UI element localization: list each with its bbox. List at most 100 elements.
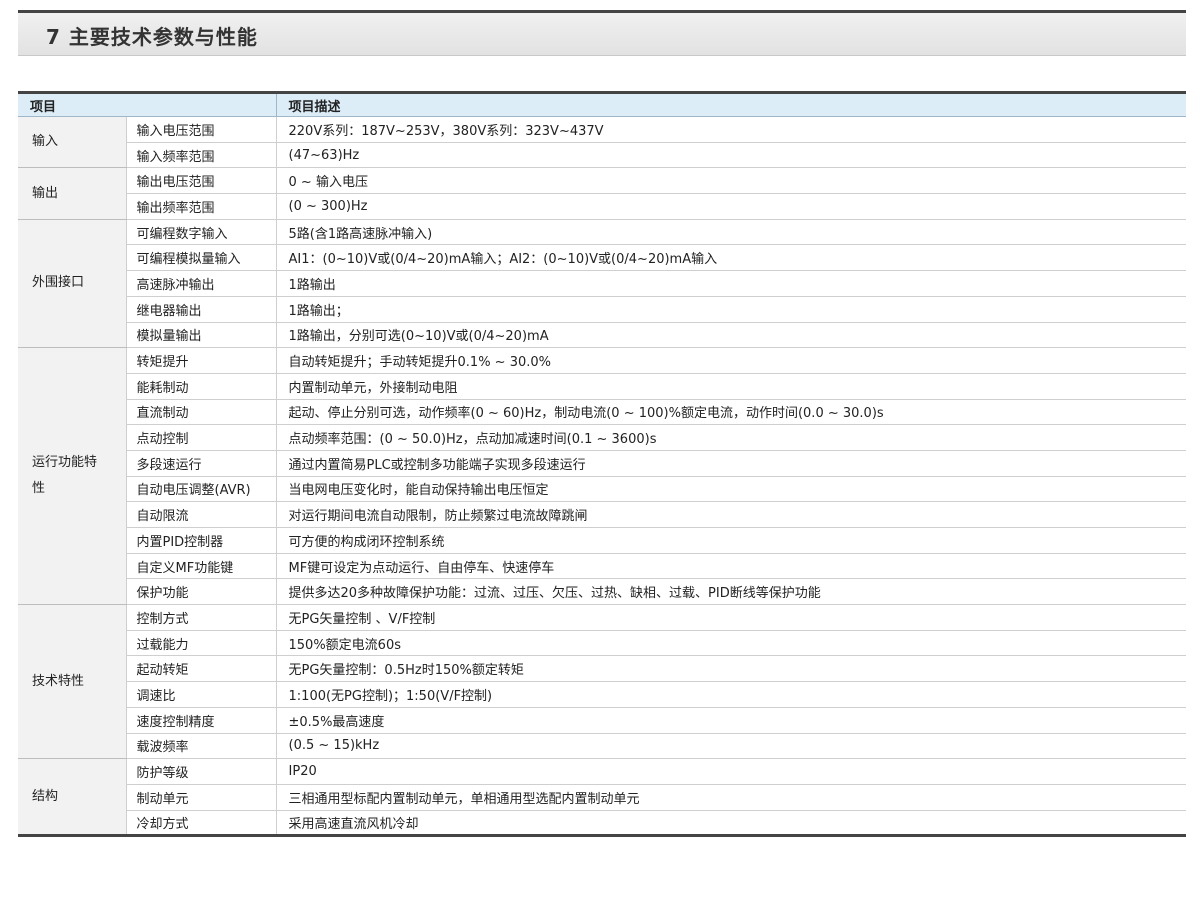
category-cell: 输出 [18, 167, 127, 220]
description-cell: 无PG矢量控制 、V/F控制 [276, 604, 1187, 631]
table-body: 输入 输入电压范围 220V系列：187V~253V，380V系列：323V~437… [18, 116, 1187, 837]
item-cell: 点动控制 [126, 424, 277, 451]
description-cell: 提供多达20多种故障保护功能：过流、过压、欠压、过热、缺相、过载、PID断线等保… [276, 578, 1187, 606]
column-header-description: 项目描述 [275, 91, 1187, 117]
category-label: 结构 [32, 788, 59, 804]
spec-table: 项目 项目描述 输入 输入电压范围 220V系列：187V~253V，380V系列：… [18, 91, 1187, 838]
description-cell: 150%额定电流60s [276, 630, 1187, 657]
category-label: 输入 [32, 134, 59, 150]
description-cell: (0 ~ 300)Hz [276, 193, 1187, 220]
table-row: 模拟量输出 1路输出，分别可选(0~10)V或(0/4~20)mA [18, 322, 1187, 349]
table-row: 调速比 1:100(无PG控制)；1:50(V/F控制) [18, 681, 1187, 708]
item-cell: 转矩提升 [126, 347, 277, 374]
item-cell: 能耗制动 [126, 373, 277, 400]
item-cell: 自定义MF功能键 [126, 553, 277, 580]
item-cell: 自动电压调整(AVR) [126, 476, 277, 503]
table-row: 起动转矩 无PG矢量控制：0.5Hz时150%额定转矩 [18, 655, 1187, 683]
category-cell: 运行功能特性 [18, 347, 127, 606]
category-cell: 外围接口 [18, 219, 127, 349]
description-cell: 通过内置简易PLC或控制多功能端子实现多段速运行 [276, 450, 1187, 477]
item-cell: 可编程模拟量输入 [126, 244, 277, 272]
table-row: 过载能力 150%额定电流60s [18, 630, 1187, 657]
category-label: 外围接口 [32, 275, 85, 291]
item-cell: 内置PID控制器 [126, 527, 277, 554]
description-cell: 自动转矩提升；手动转矩提升0.1% ~ 30.0% [276, 347, 1187, 374]
description-cell: 三相通用型标配内置制动单元，单相通用型选配内置制动单元 [276, 784, 1187, 811]
table-header-row: 项目 项目描述 [18, 91, 1187, 117]
item-cell: 输入频率范围 [126, 142, 277, 169]
item-cell: 过载能力 [126, 630, 277, 657]
description-cell: AI1：(0~10)V或(0/4~20)mA输入；AI2：(0~10)V或(0/… [276, 244, 1187, 272]
description-cell: 对运行期间电流自动限制，防止频繁过电流故障跳闸 [276, 501, 1187, 528]
column-header-item: 项目 [18, 91, 277, 117]
description-cell: 可方便的构成闭环控制系统 [276, 527, 1187, 554]
table-row: 速度控制精度 ±0.5%最高速度 [18, 707, 1187, 734]
description-cell: 1路输出，分别可选(0~10)V或(0/4~20)mA [276, 322, 1187, 349]
item-cell: 制动单元 [126, 784, 277, 811]
description-cell: 0 ~ 输入电压 [276, 167, 1187, 195]
table-row: 直流制动 起动、停止分别可选，动作频率(0 ~ 60)Hz，制动电流(0 ~ 10… [18, 399, 1187, 426]
category-cell: 输入 [18, 116, 127, 169]
category-cell: 技术特性 [18, 604, 127, 760]
table-row: 继电器输出 1路输出； [18, 296, 1187, 323]
item-cell: 可编程数字输入 [126, 219, 277, 246]
description-cell: (0.5 ~ 15)kHz [276, 733, 1187, 760]
item-cell: 高速脉冲输出 [126, 270, 277, 297]
table-row: 运行功能特性 转矩提升 自动转矩提升；手动转矩提升0.1% ~ 30.0% [18, 347, 1187, 606]
description-cell: 点动频率范围：(0 ~ 50.0)Hz，点动加减速时间(0.1 ~ 3600)s [276, 424, 1187, 451]
table-row: 技术特性 控制方式 无PG矢量控制 、V/F控制 [18, 604, 1187, 760]
description-cell: MF键可设定为点动运行、自由停车、快速停车 [276, 553, 1187, 580]
item-cell: 输出频率范围 [126, 193, 277, 220]
item-cell: 继电器输出 [126, 296, 277, 323]
item-cell: 速度控制精度 [126, 707, 277, 734]
item-cell: 载波频率 [126, 733, 277, 760]
description-cell: 内置制动单元，外接制动电阻 [276, 373, 1187, 400]
description-cell: 无PG矢量控制：0.5Hz时150%额定转矩 [276, 655, 1187, 683]
description-cell: ±0.5%最高速度 [276, 707, 1187, 734]
category-cell: 结构 [18, 758, 127, 837]
description-cell: 1路输出 [276, 270, 1187, 297]
item-cell: 多段速运行 [126, 450, 277, 477]
category-label: 技术特性 [32, 673, 85, 689]
table-row: 自定义MF功能键 MF键可设定为点动运行、自由停车、快速停车 [18, 553, 1187, 580]
table-row: 多段速运行 通过内置简易PLC或控制多功能端子实现多段速运行 [18, 450, 1187, 477]
table-row: 自动电压调整(AVR) 当电网电压变化时，能自动保持输出电压恒定 [18, 476, 1187, 503]
description-cell: 起动、停止分别可选，动作频率(0 ~ 60)Hz，制动电流(0 ~ 100)%额… [276, 399, 1187, 426]
table-row: 输入 输入电压范围 220V系列：187V~253V，380V系列：323V~437… [18, 116, 1187, 169]
description-cell: 1路输出； [276, 296, 1187, 323]
item-cell: 输入电压范围 [126, 116, 277, 143]
table-row: 输入频率范围 (47~63)Hz [18, 142, 1187, 169]
description-cell: 1:100(无PG控制)；1:50(V/F控制) [276, 681, 1187, 708]
description-cell: 采用高速直流风机冷却 [276, 810, 1187, 837]
table-row: 外围接口 可编程数字输入 5路(含1路高速脉冲输入) [18, 219, 1187, 349]
section-title: 7 主要技术参数与性能 [46, 25, 258, 49]
description-cell: (47~63)Hz [276, 142, 1187, 169]
table-row: 结构 防护等级 IP20 [18, 758, 1187, 837]
item-cell: 冷却方式 [126, 810, 277, 837]
category-label: 运行功能特性 [32, 455, 98, 497]
description-cell: IP20 [276, 758, 1187, 785]
table-row: 载波频率 (0.5 ~ 15)kHz [18, 733, 1187, 760]
description-cell: 5路(含1路高速脉冲输入) [276, 219, 1187, 246]
table-row: 冷却方式 采用高速直流风机冷却 [18, 810, 1187, 837]
item-cell: 保护功能 [126, 578, 277, 606]
table-row: 能耗制动 内置制动单元，外接制动电阻 [18, 373, 1187, 400]
table-row: 内置PID控制器 可方便的构成闭环控制系统 [18, 527, 1187, 554]
table-row: 可编程模拟量输入 AI1：(0~10)V或(0/4~20)mA输入；AI2：(0~… [18, 244, 1187, 272]
description-cell: 当电网电压变化时，能自动保持输出电压恒定 [276, 476, 1187, 503]
item-cell: 起动转矩 [126, 655, 277, 683]
table-row: 输出频率范围 (0 ~ 300)Hz [18, 193, 1187, 220]
item-cell: 直流制动 [126, 399, 277, 426]
category-label: 输出 [32, 185, 59, 201]
item-cell: 调速比 [126, 681, 277, 708]
item-cell: 防护等级 [126, 758, 277, 785]
item-cell: 模拟量输出 [126, 322, 277, 349]
table-row: 自动限流 对运行期间电流自动限制，防止频繁过电流故障跳闸 [18, 501, 1187, 528]
item-cell: 自动限流 [126, 501, 277, 528]
table-row: 高速脉冲输出 1路输出 [18, 270, 1187, 297]
table-row: 输出 输出电压范围 0 ~ 输入电压 [18, 167, 1187, 220]
table-row: 制动单元 三相通用型标配内置制动单元，单相通用型选配内置制动单元 [18, 784, 1187, 811]
table-row: 点动控制 点动频率范围：(0 ~ 50.0)Hz，点动加减速时间(0.1 ~ 36… [18, 424, 1187, 451]
table-row: 保护功能 提供多达20多种故障保护功能：过流、过压、欠压、过热、缺相、过载、PID… [18, 578, 1187, 606]
section-header: 7 主要技术参数与性能 [18, 10, 1186, 56]
